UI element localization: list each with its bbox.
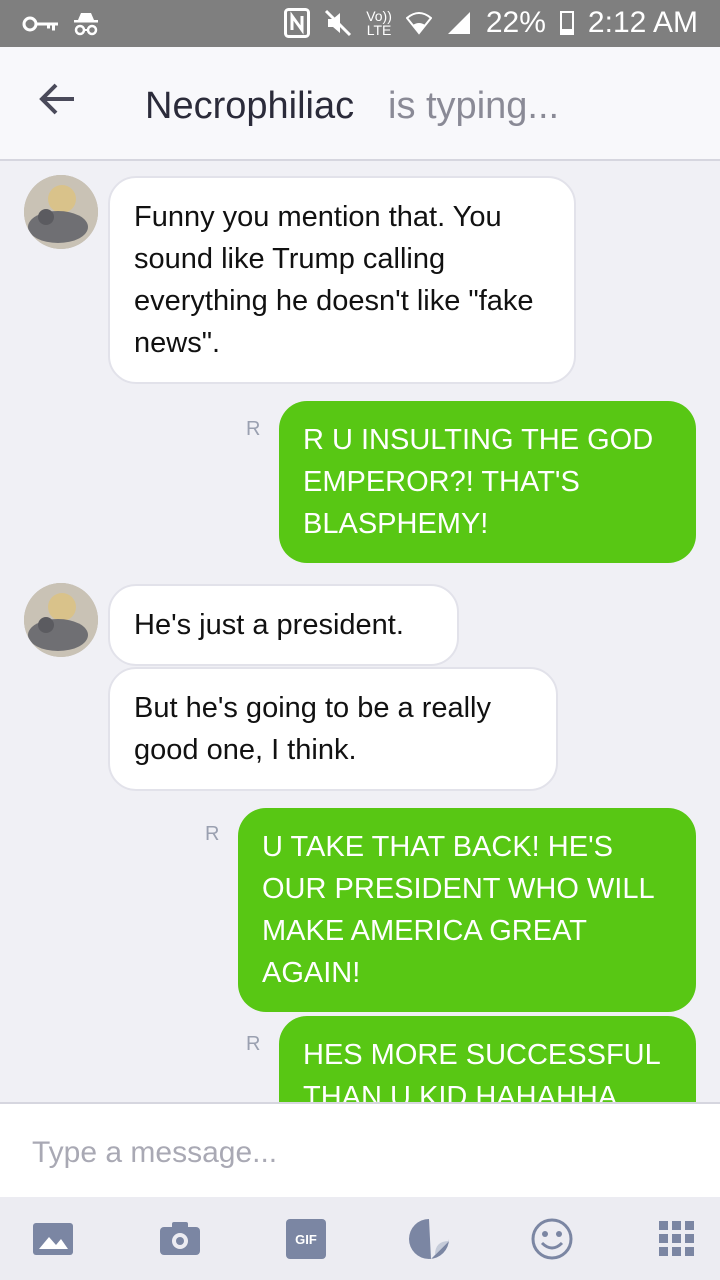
mute-icon: [325, 9, 352, 37]
message-incoming[interactable]: He's just a president.: [108, 584, 459, 666]
vo-label: Vo)): [366, 8, 392, 24]
emoji-icon[interactable]: [530, 1217, 574, 1261]
nfc-icon: [284, 8, 311, 38]
avatar[interactable]: [24, 175, 98, 249]
avatar[interactable]: [24, 583, 98, 657]
lte-label: LTE: [366, 22, 392, 38]
battery-icon: [559, 11, 574, 35]
message-outgoing[interactable]: U TAKE THAT BACK! HE'S OUR PRESIDENT WHO…: [238, 808, 696, 1012]
message-input[interactable]: Type a message...: [0, 1102, 720, 1199]
message-incoming[interactable]: But he's going to be a really good one, …: [108, 667, 558, 791]
signal-icon: [447, 12, 470, 34]
message-incoming[interactable]: Funny you mention that. You sound like T…: [108, 176, 576, 384]
message-outgoing[interactable]: HES MORE SUCCESSFUL THAN U KID HAHAHHA: [279, 1016, 696, 1102]
incognito-icon: [74, 13, 98, 36]
back-arrow-icon[interactable]: [36, 77, 80, 121]
read-receipt-icon: R: [246, 418, 261, 440]
message-outgoing[interactable]: R U INSULTING THE GOD EMPEROR?! THAT'S B…: [279, 401, 696, 563]
status-bar: Vo)) LTE 22% 2:12 AM: [0, 0, 720, 47]
read-receipt-icon: R: [205, 823, 220, 845]
typing-status: is typing...: [388, 85, 560, 127]
image-icon[interactable]: [31, 1217, 75, 1261]
message-input-placeholder[interactable]: Type a message...: [32, 1136, 277, 1170]
sticker-icon[interactable]: [407, 1217, 451, 1261]
apps-grid-icon[interactable]: [655, 1217, 699, 1261]
wifi-icon: [405, 12, 432, 35]
chat-header: Necrophiliac is typing...: [0, 47, 720, 161]
key-icon: [22, 16, 58, 32]
message-clip: HES MORE SUCCESSFUL THAN U KID HAHAHHA: [0, 1016, 720, 1102]
battery-percent: 22%: [485, 6, 546, 39]
volte-indicator: Vo)) LTE: [366, 9, 392, 37]
contact-name[interactable]: Necrophiliac: [145, 85, 354, 128]
camera-icon[interactable]: [158, 1217, 202, 1261]
composer-toolbar: GIF: [0, 1197, 720, 1280]
gif-icon[interactable]: GIF: [286, 1219, 326, 1259]
clock: 2:12 AM: [587, 6, 698, 39]
